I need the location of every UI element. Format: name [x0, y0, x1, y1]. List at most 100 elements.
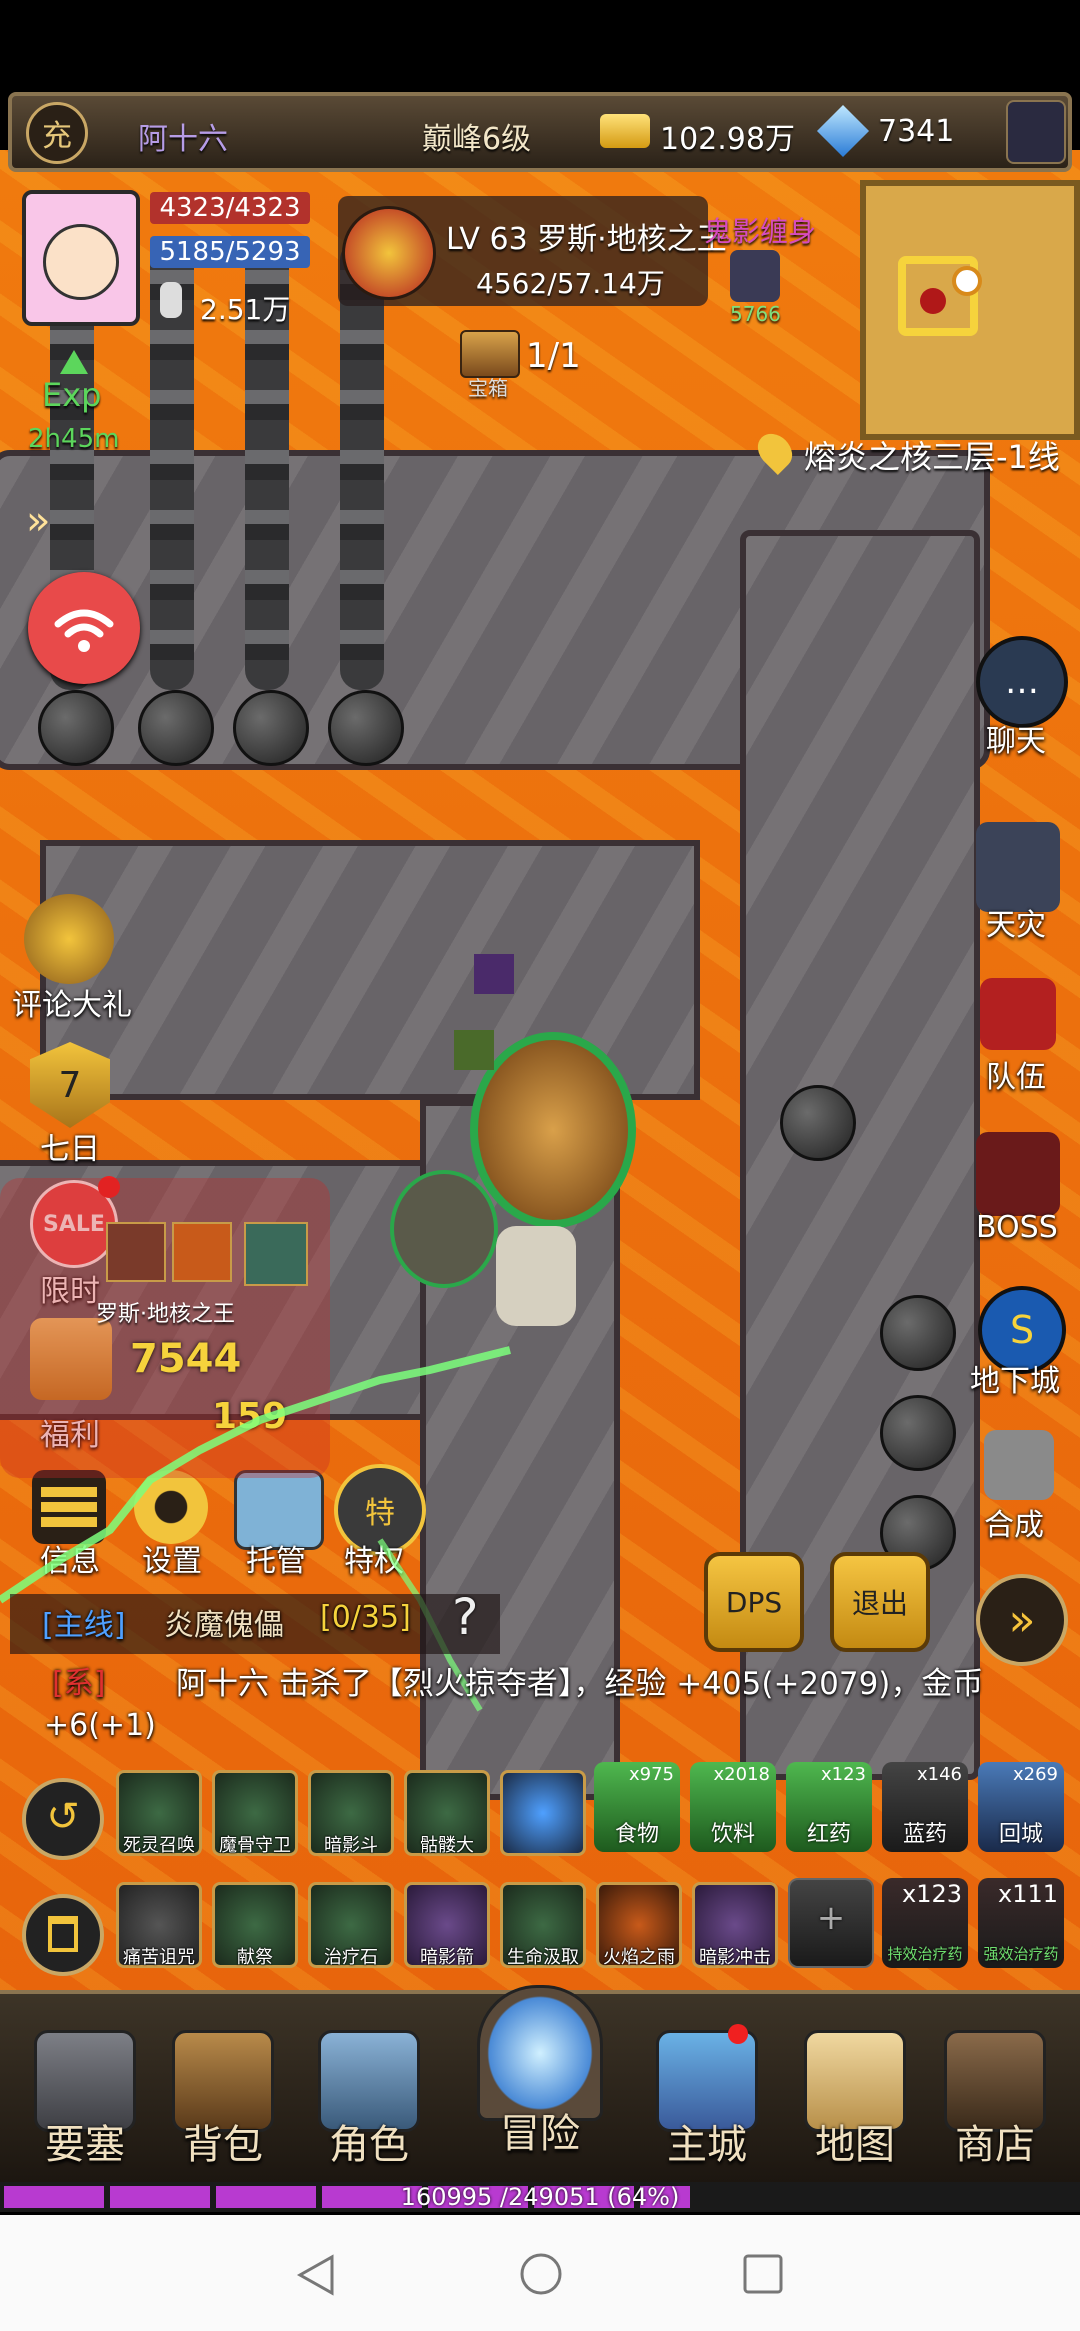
player-avatar[interactable]	[22, 190, 140, 326]
skill-slot[interactable]: 死灵召唤	[116, 1770, 202, 1856]
wifi-button[interactable]	[28, 572, 140, 684]
diamond-amount: 7341	[878, 114, 955, 149]
item-drink[interactable]: x2018 饮料	[690, 1762, 776, 1852]
orb	[328, 690, 404, 766]
dungeon-label[interactable]: 地下城	[970, 1356, 1060, 1400]
minimap-location-icon	[952, 266, 982, 296]
review-gift-label[interactable]: 评论大礼	[12, 980, 132, 1024]
nav-adventure[interactable]: 冒险	[470, 1985, 610, 2159]
fast-forward-icon[interactable]: »	[976, 1574, 1068, 1666]
kill-log: 阿十六 击杀了【烈火掠夺者】，经验 +405(+2079)，金币	[176, 1666, 984, 1702]
add-item-slot[interactable]: +	[788, 1878, 874, 1968]
item-sustained-potion[interactable]: x123 持效治疗药	[882, 1878, 968, 1968]
seven-days-label[interactable]: 七日	[40, 1124, 100, 1168]
diamond-icon	[816, 104, 870, 158]
dps-button[interactable]: DPS	[704, 1552, 804, 1652]
boss-demon-icon[interactable]	[976, 1132, 1060, 1216]
nav-fortress[interactable]: 要塞	[30, 2030, 140, 2170]
system-tag: [系]	[52, 1666, 106, 1701]
item-return-scroll[interactable]: x269 回城	[978, 1762, 1064, 1852]
gold-amount: 102.98万	[660, 122, 795, 157]
nav-map[interactable]: 地图	[800, 2030, 910, 2170]
quest-progress: [0/35]	[320, 1600, 411, 1635]
review-gift-icon[interactable]	[24, 894, 114, 984]
item-blue-potion[interactable]: x146 蓝药	[882, 1762, 968, 1852]
quest-tag: [主线]	[42, 1608, 126, 1643]
quest-name[interactable]: 炎魔傀儡	[164, 1600, 284, 1644]
recharge-button[interactable]: 充	[26, 102, 88, 164]
lightning-effect	[0, 1346, 511, 1712]
boss-portrait[interactable]	[342, 206, 436, 300]
debuff-icon	[730, 250, 780, 302]
exit-button[interactable]: 退出	[830, 1552, 930, 1652]
nav-main-city[interactable]: 主城	[652, 2030, 762, 2170]
chain	[340, 240, 384, 690]
gold-icon	[600, 114, 650, 148]
player-name: 阿十六	[138, 122, 228, 157]
skill-slot[interactable]: 火焰之雨	[596, 1882, 682, 1968]
chest-count: 1/1	[526, 336, 581, 376]
minimap-boss-icon	[920, 288, 946, 314]
debuff-value: 5766	[730, 302, 781, 326]
chat-label[interactable]: 聊天	[986, 716, 1046, 760]
chest-label: 宝箱	[468, 376, 508, 400]
skill-slot[interactable]: 痛苦诅咒	[116, 1882, 202, 1968]
skill-slot[interactable]: 治疗石	[308, 1882, 394, 1968]
undo-icon[interactable]: ↺	[22, 1778, 104, 1860]
orb	[233, 690, 309, 766]
notification-dot	[728, 2024, 748, 2044]
expand-arrow-icon[interactable]: »	[26, 498, 50, 544]
skill-slot[interactable]: 魔骨守卫	[212, 1770, 298, 1856]
xp-bar: 160995 /249051 (64%)	[0, 2182, 1080, 2212]
orb	[138, 690, 214, 766]
player-power: 2.51万	[200, 293, 291, 326]
team-label[interactable]: 队伍	[986, 1052, 1046, 1096]
system-nav	[0, 2215, 1080, 2331]
power-icon	[160, 282, 182, 318]
exp-timer: 2h45m	[28, 424, 120, 454]
skill-slot[interactable]: 骷髅大	[404, 1770, 490, 1856]
disaster-label[interactable]: 天灾	[986, 900, 1046, 944]
xp-text: 160995 /249051 (64%)	[400, 2183, 680, 2211]
wizard-icon[interactable]	[1006, 100, 1066, 164]
team-flag-icon[interactable]	[980, 978, 1056, 1050]
top-bar: 充 阿十六 巅峰6级 102.98万 7341	[8, 92, 1072, 172]
craft-label[interactable]: 合成	[984, 1500, 1044, 1544]
orb	[880, 1295, 956, 1371]
skill-slot[interactable]: 生命汲取	[500, 1882, 586, 1968]
disaster-icon[interactable]	[976, 822, 1060, 912]
buff-icon	[454, 1030, 494, 1070]
skill-slot-disabled[interactable]	[500, 1770, 586, 1856]
skill-slot[interactable]: 暗影斗	[308, 1770, 394, 1856]
skill-slot[interactable]: 暗影冲击	[692, 1882, 778, 1968]
player-hp: 4323/4323	[150, 192, 310, 224]
nav-backpack[interactable]: 背包	[168, 2030, 278, 2170]
boss-label[interactable]: BOSS	[976, 1210, 1058, 1245]
trash-icon[interactable]	[22, 1894, 104, 1976]
orb	[38, 690, 114, 766]
boss-level-name: LV 63 罗斯·地核之王	[446, 222, 727, 257]
kill-log-cont: +6(+1)	[44, 1708, 156, 1743]
hammer-icon[interactable]	[984, 1430, 1054, 1500]
help-icon[interactable]: ?	[452, 1588, 502, 1650]
chat-icon[interactable]: …	[976, 636, 1068, 728]
buff-icon	[474, 954, 514, 994]
item-strong-potion[interactable]: x111 强效治疗药	[978, 1878, 1064, 1968]
location-name[interactable]: 熔炎之核三层-1线	[804, 432, 1060, 478]
boss-hp: 4562/57.14万	[476, 267, 665, 300]
peak-level: 巅峰6级	[422, 122, 532, 157]
item-food[interactable]: x975 食物	[594, 1762, 680, 1852]
nav-shop[interactable]: 商店	[940, 2030, 1050, 2170]
skill-slot[interactable]: 暗影箭	[404, 1882, 490, 1968]
recents-icon[interactable]	[742, 2253, 784, 2295]
home-icon[interactable]	[518, 2251, 564, 2297]
orb	[780, 1085, 856, 1161]
wifi-icon	[54, 609, 114, 652]
back-icon[interactable]	[296, 2253, 336, 2297]
nav-character[interactable]: 角色	[314, 2030, 424, 2170]
item-red-potion[interactable]: x123 红药	[786, 1762, 872, 1852]
chest-icon[interactable]	[460, 330, 520, 378]
orb	[880, 1395, 956, 1471]
skill-slot[interactable]: 献祭	[212, 1882, 298, 1968]
debuff-name: 鬼影缠身	[704, 215, 817, 248]
